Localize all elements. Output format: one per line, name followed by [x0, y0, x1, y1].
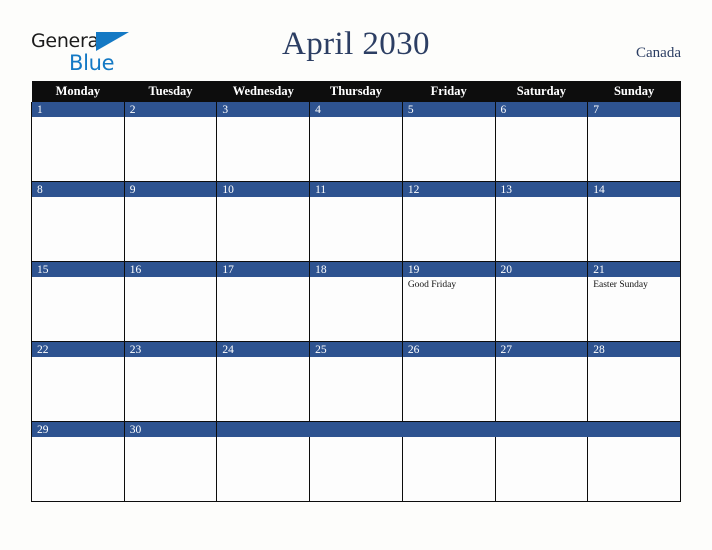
day-cell[interactable] [309, 437, 403, 502]
day-cell[interactable] [494, 197, 589, 262]
day-cell[interactable] [401, 357, 496, 422]
event-label: Easter Sunday [593, 280, 648, 290]
date-number: 14 [587, 181, 681, 197]
day-cell[interactable] [401, 197, 496, 262]
table-row [31, 357, 681, 422]
weekday-header-saturday: Saturday [495, 81, 588, 102]
day-cell[interactable] [123, 357, 218, 422]
date-number: 21 [587, 261, 681, 277]
table-row [31, 197, 681, 262]
date-cell-empty [587, 421, 681, 437]
date-cell-empty [402, 421, 496, 437]
day-cell[interactable] [216, 197, 311, 262]
date-number: 11 [309, 181, 403, 197]
date-number: 20 [494, 261, 589, 277]
day-cell[interactable] [309, 197, 403, 262]
date-number: 8 [31, 181, 125, 197]
day-cell[interactable] [31, 357, 125, 422]
date-number: 12 [401, 181, 496, 197]
date-number: 30 [123, 421, 218, 437]
calendar-table: Monday Tuesday Wednesday Thursday Friday Satu… [31, 81, 681, 502]
date-number: 7 [587, 102, 681, 117]
weekday-header-monday: Monday [31, 81, 125, 102]
date-number: 28 [587, 341, 681, 357]
day-cell[interactable] [31, 277, 125, 342]
date-number: 6 [494, 102, 589, 117]
table-row: Good Friday Easter Sunday [31, 277, 681, 342]
day-cell[interactable] [216, 437, 311, 502]
day-cell[interactable] [494, 117, 589, 182]
date-number: 18 [309, 261, 403, 277]
day-cell[interactable] [31, 117, 125, 182]
page-header: General Blue April 2030 Canada [0, 0, 712, 80]
week-date-band: 15 16 17 18 19 20 21 [31, 261, 681, 277]
weekday-header-sunday: Sunday [587, 81, 681, 102]
weekday-header-friday: Friday [402, 81, 496, 102]
date-number: 2 [123, 102, 218, 117]
day-cell[interactable] [309, 117, 403, 182]
date-number: 24 [216, 341, 311, 357]
date-cell-empty [309, 421, 403, 437]
date-number: 25 [309, 341, 403, 357]
table-row [31, 117, 681, 182]
region-label: Canada [636, 45, 681, 61]
date-number: 27 [494, 341, 589, 357]
day-cell[interactable] [123, 117, 218, 182]
weekday-header-wednesday: Wednesday [216, 81, 310, 102]
date-cell-empty [216, 421, 310, 437]
date-number: 22 [31, 341, 125, 357]
day-cell[interactable] [309, 357, 403, 422]
week-date-band: 29 30 [31, 421, 681, 437]
weekday-header-tuesday: Tuesday [124, 81, 217, 102]
day-cell[interactable] [123, 437, 218, 502]
week-date-band: 22 23 24 25 26 27 28 [31, 341, 681, 357]
day-cell[interactable] [587, 117, 681, 182]
day-cell[interactable] [587, 437, 681, 502]
day-cell[interactable]: Good Friday [401, 277, 496, 342]
day-cell[interactable] [587, 357, 681, 422]
day-cell[interactable]: Easter Sunday [587, 277, 681, 342]
date-number: 13 [494, 181, 589, 197]
date-number: 10 [216, 181, 311, 197]
date-number: 1 [31, 102, 125, 117]
week-date-band: 1234567 [31, 102, 681, 117]
date-number: 29 [31, 421, 125, 437]
day-cell[interactable] [401, 117, 496, 182]
calendar-header-row: Monday Tuesday Wednesday Thursday Friday Satu… [31, 81, 681, 102]
date-cell-empty [495, 421, 588, 437]
date-number: 19 [401, 261, 496, 277]
day-cell[interactable] [31, 437, 125, 502]
day-cell[interactable] [123, 197, 218, 262]
day-cell[interactable] [216, 117, 311, 182]
date-number: 9 [123, 181, 218, 197]
day-cell[interactable] [587, 197, 681, 262]
day-cell[interactable] [401, 437, 496, 502]
date-number: 15 [31, 261, 125, 277]
day-cell[interactable] [31, 197, 125, 262]
week-date-band: 8 9 10 11 12 13 14 [31, 181, 681, 197]
day-cell[interactable] [494, 357, 589, 422]
page-title: April 2030 [282, 26, 430, 62]
day-cell[interactable] [216, 357, 311, 422]
table-row [31, 437, 681, 502]
event-label: Good Friday [407, 280, 457, 290]
day-cell[interactable] [309, 277, 403, 342]
day-cell[interactable] [216, 277, 311, 342]
date-number: 5 [401, 102, 496, 117]
date-number: 16 [123, 261, 218, 277]
date-number: 17 [216, 261, 311, 277]
calendar-body: 1 2 3 4 5 6 7 8 9 10 11 12 13 14 15 16 17 18 19 20 21 Good Fr… [31, 102, 681, 502]
weekday-header-thursday: Thursday [309, 81, 403, 102]
date-number: 23 [123, 341, 218, 357]
day-cell[interactable] [123, 277, 218, 342]
day-cell[interactable] [494, 277, 589, 342]
date-number: 26 [401, 341, 496, 357]
date-number: 3 [216, 102, 311, 117]
date-number: 4 [309, 102, 403, 117]
day-cell[interactable] [494, 437, 589, 502]
